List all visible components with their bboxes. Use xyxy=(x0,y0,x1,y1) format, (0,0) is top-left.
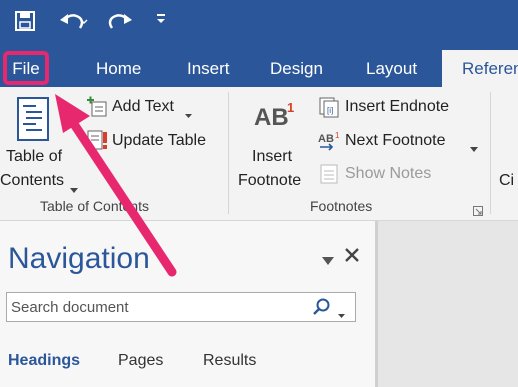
annotation-arrow xyxy=(55,94,177,277)
